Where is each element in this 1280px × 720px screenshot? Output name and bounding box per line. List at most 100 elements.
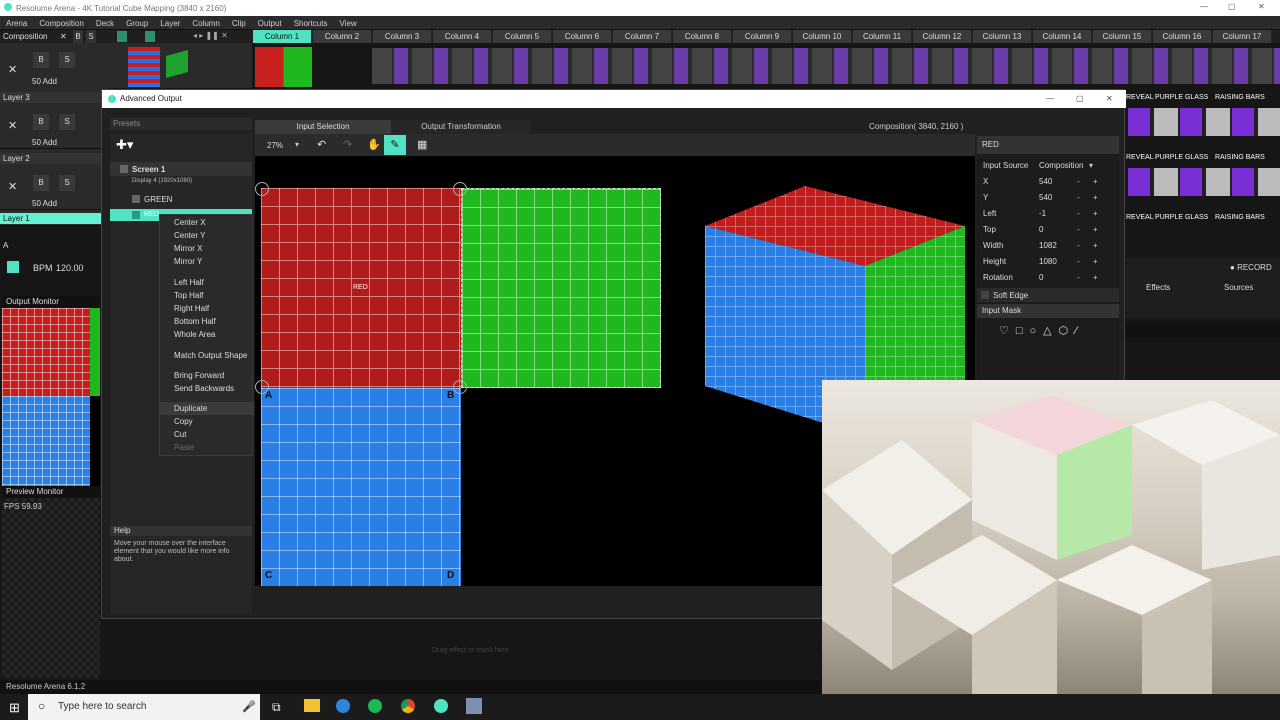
layer-2-label[interactable]: Layer 2 xyxy=(0,153,108,164)
menu-group[interactable]: Group xyxy=(120,16,154,28)
tab-output-transformation[interactable]: Output Transformation xyxy=(391,120,531,134)
minimize-icon[interactable]: — xyxy=(1200,2,1208,11)
menu-cut[interactable]: Cut xyxy=(160,428,254,441)
menu-top-half[interactable]: Top Half xyxy=(160,289,254,302)
menu-clip[interactable]: Clip xyxy=(226,16,252,28)
composition-blackout-button[interactable]: B xyxy=(33,52,49,68)
prop-rotation-increment[interactable]: + xyxy=(1093,270,1098,286)
column-17-header[interactable]: Column 17 xyxy=(1213,30,1272,43)
zoom-select[interactable]: 27% xyxy=(267,141,283,150)
menu-bring-forward[interactable]: Bring Forward xyxy=(160,369,254,382)
menu-view[interactable]: View xyxy=(333,16,362,28)
menu-shortcuts[interactable]: Shortcuts xyxy=(288,16,334,28)
composition-close-icon[interactable]: ✕ xyxy=(60,32,67,41)
dialog-close-icon[interactable]: ✕ xyxy=(1106,90,1113,108)
soft-edge-checkbox[interactable] xyxy=(981,291,989,299)
prop-width-decrement[interactable]: - xyxy=(1077,238,1080,254)
mask-shape-tools[interactable]: ♡□○△⬡∕ xyxy=(999,324,1084,337)
blue-face-input[interactable]: A B C D xyxy=(261,388,461,586)
task-view-icon[interactable]: ⧉ xyxy=(272,700,281,715)
menu-layer[interactable]: Layer xyxy=(154,16,186,28)
prop-rotation-value[interactable]: 0 xyxy=(1039,270,1043,286)
slice-handle-bottom-right[interactable] xyxy=(453,380,467,394)
prop-width-increment[interactable]: + xyxy=(1093,238,1098,254)
screen-checkbox[interactable] xyxy=(120,165,128,173)
menu-duplicate[interactable]: Duplicate xyxy=(160,402,254,415)
menu-send-backwards[interactable]: Send Backwards xyxy=(160,382,254,395)
slice-handle-top-right[interactable] xyxy=(453,182,467,196)
layer-2-clear-icon[interactable]: ✕ xyxy=(8,180,17,193)
prop-top-value[interactable]: 0 xyxy=(1039,222,1043,238)
prop-top-decrement[interactable]: - xyxy=(1077,222,1080,238)
browser-search-field[interactable] xyxy=(1126,324,1280,338)
chrome-icon[interactable] xyxy=(401,699,415,713)
menu-copy[interactable]: Copy xyxy=(160,415,254,428)
column-16-header[interactable]: Column 16 xyxy=(1153,30,1212,43)
close-icon[interactable]: ✕ xyxy=(1258,2,1265,11)
input-source-value[interactable]: Composition xyxy=(1039,158,1083,174)
column-5-header[interactable]: Column 5 xyxy=(493,30,552,43)
green-face-input[interactable] xyxy=(461,188,661,388)
menu-mirror-y[interactable]: Mirror Y xyxy=(160,255,254,268)
menu-whole-area[interactable]: Whole Area xyxy=(160,328,254,341)
column-12-header[interactable]: Column 12 xyxy=(913,30,972,43)
menu-left-half[interactable]: Left Half xyxy=(160,276,254,289)
prop-x-decrement[interactable]: - xyxy=(1077,174,1080,190)
layer-3-blackout-button[interactable]: B xyxy=(33,114,49,130)
undo-icon[interactable]: ↶ xyxy=(317,138,326,151)
layer-3-blend-mode[interactable]: 50 Add xyxy=(32,138,57,147)
prop-height-value[interactable]: 1080 xyxy=(1039,254,1057,270)
menu-center-x[interactable]: Center X xyxy=(160,216,254,229)
screen-row[interactable]: Screen 1 xyxy=(110,162,252,176)
composition-s2-button[interactable] xyxy=(145,31,155,42)
transport-controls[interactable]: ◂ ▸ ❚❚ ✕ xyxy=(193,31,228,40)
column-6-header[interactable]: Column 6 xyxy=(553,30,612,43)
column-8-header[interactable]: Column 8 xyxy=(673,30,732,43)
hand-tool-icon[interactable]: ✋ xyxy=(367,138,381,151)
file-explorer-icon[interactable] xyxy=(304,699,320,712)
menu-composition[interactable]: Composition xyxy=(33,16,89,28)
slice-green-checkbox[interactable] xyxy=(132,195,140,203)
layer-3-clear-icon[interactable]: ✕ xyxy=(8,119,17,132)
composition-blend-mode[interactable]: 50 Add xyxy=(32,77,57,86)
tab-input-selection[interactable]: Input Selection xyxy=(255,120,391,134)
input-source-chevron-icon[interactable]: ▾ xyxy=(1089,158,1093,174)
column-13-header[interactable]: Column 13 xyxy=(973,30,1032,43)
prop-row-width[interactable]: Width 1082 - + xyxy=(977,238,1117,254)
prop-row-height[interactable]: Height 1080 - + xyxy=(977,254,1117,270)
zoom-chevron-icon[interactable]: ▾ xyxy=(295,140,299,149)
prop-width-value[interactable]: 1082 xyxy=(1039,238,1057,254)
column-7-header[interactable]: Column 7 xyxy=(613,30,672,43)
column-1-header[interactable]: Column 1 xyxy=(253,30,312,43)
column-10-header[interactable]: Column 10 xyxy=(793,30,852,43)
slice-handle-top-left[interactable] xyxy=(255,182,269,196)
redo-icon[interactable]: ↷ xyxy=(343,138,352,151)
app-taskbar-icon[interactable] xyxy=(466,698,482,714)
prop-top-increment[interactable]: + xyxy=(1093,222,1098,238)
clip-thumbs-row1[interactable] xyxy=(1128,108,1280,136)
prop-left-increment[interactable]: + xyxy=(1093,206,1098,222)
menu-column[interactable]: Column xyxy=(186,16,226,28)
menu-deck[interactable]: Deck xyxy=(90,16,120,28)
prop-x-value[interactable]: 540 xyxy=(1039,174,1052,190)
add-screen-icon[interactable]: ✚▾ xyxy=(116,137,133,153)
menu-bottom-half[interactable]: Bottom Half xyxy=(160,315,254,328)
menu-right-half[interactable]: Right Half xyxy=(160,302,254,315)
prop-row-rotation[interactable]: Rotation 0 - + xyxy=(977,270,1117,286)
spotify-icon[interactable] xyxy=(368,699,382,713)
tab-effects[interactable]: Effects xyxy=(1146,283,1170,292)
prop-row-y[interactable]: Y 540 - + xyxy=(977,190,1117,206)
column-11-header[interactable]: Column 11 xyxy=(853,30,912,43)
menu-arena[interactable]: Arena xyxy=(0,16,33,28)
prop-row-x[interactable]: X 540 - + xyxy=(977,174,1117,190)
layer-2-blend-mode[interactable]: 50 Add xyxy=(32,199,57,208)
maximize-icon[interactable]: ▢ xyxy=(1228,2,1236,11)
bpm-value[interactable]: 120.00 xyxy=(56,263,84,273)
layer-3-solo-button[interactable]: S xyxy=(59,114,75,130)
prop-left-decrement[interactable]: - xyxy=(1077,206,1080,222)
layer-2-solo-button[interactable]: S xyxy=(59,175,75,191)
tab-sources[interactable]: Sources xyxy=(1224,283,1253,292)
edit-points-icon[interactable]: ✎ xyxy=(384,135,406,155)
slice-handle-bottom-left[interactable] xyxy=(255,380,269,394)
column-9-header[interactable]: Column 9 xyxy=(733,30,792,43)
